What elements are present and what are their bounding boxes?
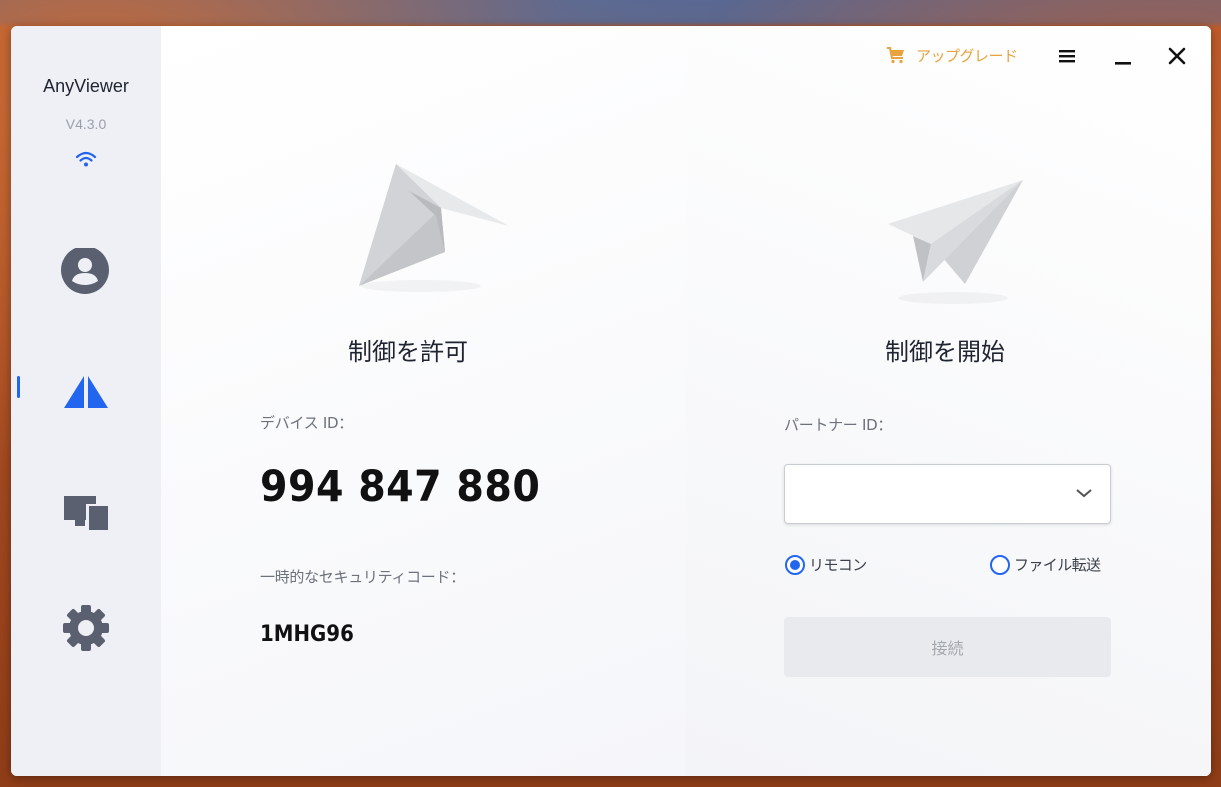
- wifi-icon: [75, 151, 97, 167]
- device-id-label: デバイス ID：: [260, 414, 353, 432]
- paper-plane-icon: [359, 164, 509, 292]
- user-icon: [61, 248, 109, 294]
- allow-control-panel: [161, 26, 686, 776]
- radio-remote-control[interactable]: リモコン: [785, 554, 867, 575]
- security-code-label: 一時的なセキュリティコード：: [260, 568, 465, 586]
- radio-remote-control-label: リモコン: [809, 556, 867, 574]
- cart-icon: [887, 47, 904, 64]
- paper-plane-flying-icon: [888, 180, 1023, 304]
- gear-icon: [63, 605, 109, 651]
- sidebar-item-remote[interactable]: [11, 356, 161, 420]
- menu-icon[interactable]: [1055, 44, 1079, 68]
- remote-control-icon: [64, 376, 108, 408]
- allow-control-title: 制御を許可: [348, 338, 468, 366]
- security-code-value: 1MHG96: [260, 622, 354, 647]
- start-control-title: 制御を開始: [885, 338, 1005, 366]
- sidebar-item-settings[interactable]: [11, 592, 161, 656]
- partner-id-input[interactable]: [797, 481, 1057, 507]
- app-name: AnyViewer: [43, 76, 129, 96]
- upgrade-label: アップグレード: [916, 46, 1018, 65]
- chevron-down-icon[interactable]: [1075, 487, 1093, 499]
- minimize-icon[interactable]: [1111, 44, 1135, 68]
- devices-icon: [64, 496, 108, 530]
- connect-button[interactable]: 接続: [784, 617, 1111, 677]
- partner-id-label: パートナー ID：: [784, 416, 893, 434]
- upgrade-button[interactable]: アップグレード: [886, 44, 1018, 66]
- main-content: アップグレード 制御を許可 デバイス ID： 994 847 880 一時的なセ…: [161, 26, 1211, 776]
- radio-remote-control-indicator[interactable]: [785, 554, 805, 575]
- radio-file-transfer-label: ファイル転送: [1014, 556, 1101, 574]
- sidebar: AnyViewer V4.3.0: [11, 26, 161, 776]
- device-id-value: 994 847 880: [260, 462, 541, 512]
- radio-file-transfer-indicator[interactable]: [990, 554, 1010, 575]
- partner-id-combobox[interactable]: [784, 464, 1111, 524]
- close-icon[interactable]: [1165, 44, 1189, 68]
- sidebar-item-devices[interactable]: [11, 474, 161, 538]
- sidebar-item-account[interactable]: [11, 238, 161, 302]
- app-version: V4.3.0: [65, 116, 107, 132]
- radio-file-transfer[interactable]: ファイル転送: [990, 554, 1101, 575]
- app-window: AnyViewer V4.3.0 アップグレード 制御を許可 デバイス ID： …: [11, 26, 1211, 776]
